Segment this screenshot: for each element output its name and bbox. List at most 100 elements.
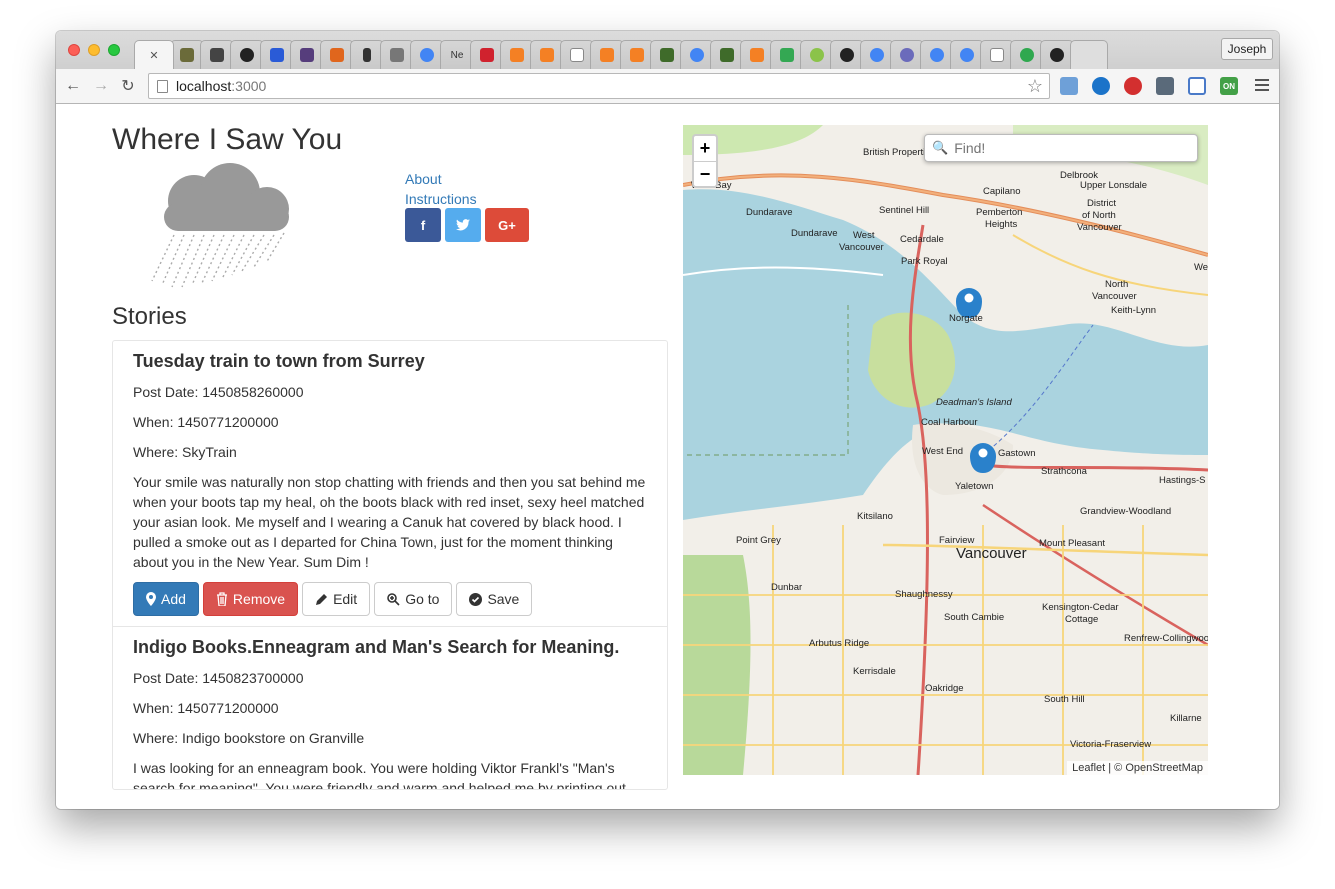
tab-favicon[interactable] [230, 40, 264, 69]
back-arrow-icon[interactable]: ← [64, 77, 82, 95]
menu-icon[interactable] [1255, 79, 1269, 94]
tab-favicon[interactable] [560, 40, 594, 69]
tab-favicon[interactable] [770, 40, 804, 69]
zoom-control: + − [692, 134, 718, 188]
map-label: Cedardale [900, 234, 944, 245]
minimize-window-button[interactable] [88, 44, 100, 56]
reload-icon[interactable]: ↻ [119, 77, 137, 95]
maximize-window-button[interactable] [108, 44, 120, 56]
instructions-link[interactable]: Instructions [405, 189, 477, 209]
window-extension-icon[interactable] [1060, 77, 1078, 95]
map-label: Vancouver [1077, 222, 1122, 233]
map-label: North [1105, 279, 1129, 290]
map-label: Point Grey [736, 535, 781, 546]
map-label: Vancouver [839, 242, 884, 253]
map-label: Keith-Lynn [1111, 305, 1157, 316]
tab-text[interactable]: Ne [440, 40, 474, 69]
tab-favicon[interactable] [1010, 40, 1044, 69]
tab-favicon[interactable] [1040, 40, 1074, 69]
tab-favicon[interactable] [260, 40, 294, 69]
tab-favicon[interactable] [620, 40, 654, 69]
tab-favicon[interactable] [530, 40, 564, 69]
stories-list: Tuesday train to town from Surrey Post D… [112, 340, 668, 790]
map-view[interactable]: British Properties West Bay Capilano Del… [683, 125, 1208, 775]
tab-favicon[interactable] [380, 40, 414, 69]
story-title: Tuesday train to town from Surrey [133, 351, 425, 371]
url-text: localhost:3000 [176, 78, 266, 94]
twitter-share-button[interactable] [445, 208, 481, 242]
map-label: Deadman's Island [936, 397, 1012, 408]
close-tab-icon[interactable]: ✕ [149, 49, 158, 62]
zoom-out-button[interactable]: − [694, 161, 716, 186]
tab-favicon[interactable] [800, 40, 834, 69]
map-label: Sentinel Hill [879, 205, 930, 216]
eyedropper-icon[interactable] [1156, 77, 1174, 95]
adblock-icon[interactable] [1124, 77, 1142, 95]
tab-favicon[interactable] [830, 40, 864, 69]
bookmark-star-icon[interactable]: ☆ [1027, 76, 1043, 97]
about-link[interactable]: About [405, 169, 477, 189]
story-where: Where: SkyTrain [133, 444, 237, 460]
runner-icon [210, 48, 224, 62]
map-label: of North [1082, 210, 1116, 221]
zoom-in-button[interactable]: + [694, 136, 716, 161]
eye-extension-icon[interactable] [1092, 77, 1110, 95]
story-body: I was looking for an enneagram book. You… [133, 760, 626, 790]
map-label: Coal Harbour [921, 417, 978, 428]
tab-favicon[interactable] [680, 40, 714, 69]
profile-button[interactable]: Joseph [1221, 38, 1273, 60]
map-label: Oakridge [925, 683, 964, 694]
tab-favicon[interactable] [710, 40, 744, 69]
tab-active[interactable]: ✕ [134, 40, 174, 69]
facebook-share-button[interactable]: f [405, 208, 441, 242]
tab-favicon[interactable] [860, 40, 894, 69]
new-tab-button[interactable] [1070, 40, 1108, 69]
tab-favicon[interactable] [290, 40, 324, 69]
tab-favicon[interactable] [650, 40, 684, 69]
tab-favicon[interactable] [500, 40, 534, 69]
tab-favicon[interactable] [170, 40, 204, 69]
tab-favicon[interactable] [890, 40, 924, 69]
map-label: Upper Lonsdale [1080, 180, 1148, 191]
tab-favicon[interactable] [950, 40, 984, 69]
map-label: Strathcona [1041, 466, 1087, 477]
tab-favicon[interactable] [920, 40, 954, 69]
tab-favicon[interactable] [350, 40, 384, 69]
tab-favicon[interactable] [590, 40, 624, 69]
remove-button[interactable]: Remove [202, 582, 299, 616]
stories-heading: Stories [112, 303, 187, 330]
screen-capture-icon[interactable] [1188, 77, 1206, 95]
map-label: Park Royal [901, 256, 948, 267]
tab-favicon[interactable] [200, 40, 234, 69]
goto-button-label: Go to [405, 591, 440, 607]
on-extension-icon[interactable]: ON [1220, 77, 1238, 95]
address-bar[interactable]: localhost:3000 ☆ [148, 73, 1050, 99]
story-item: Indigo Books.Enneagram and Man's Search … [113, 637, 667, 790]
edit-button[interactable]: Edit [302, 582, 371, 616]
stackoverflow-icon [630, 48, 644, 62]
add-button[interactable]: Add [133, 582, 199, 616]
page-icon [990, 48, 1004, 62]
tab-favicon[interactable] [470, 40, 504, 69]
map-search: 🔍 [924, 134, 1198, 162]
tab-favicon[interactable] [980, 40, 1014, 69]
googleplus-share-button[interactable]: G+ [485, 208, 529, 242]
map-search-input[interactable] [954, 140, 1185, 156]
story-post-date: Post Date: 1450858260000 [133, 384, 304, 400]
tab-favicon[interactable] [320, 40, 354, 69]
google-icon [960, 48, 974, 62]
remove-button-label: Remove [232, 591, 286, 607]
clipboard-icon [180, 48, 194, 62]
di-icon [330, 48, 344, 62]
save-button[interactable]: Save [456, 582, 533, 616]
map-label: Heights [985, 219, 1018, 230]
mongodb-icon [660, 48, 674, 62]
map-label: Hastings-S [1159, 475, 1206, 486]
map-attribution: Leaflet | © OpenStreetMap [1067, 761, 1208, 775]
tab-favicon[interactable] [740, 40, 774, 69]
map-label: Killarne [1170, 713, 1202, 724]
tab-favicon[interactable] [410, 40, 444, 69]
goto-button[interactable]: Go to [374, 582, 453, 616]
forward-arrow-icon[interactable]: → [92, 77, 110, 95]
close-window-button[interactable] [68, 44, 80, 56]
